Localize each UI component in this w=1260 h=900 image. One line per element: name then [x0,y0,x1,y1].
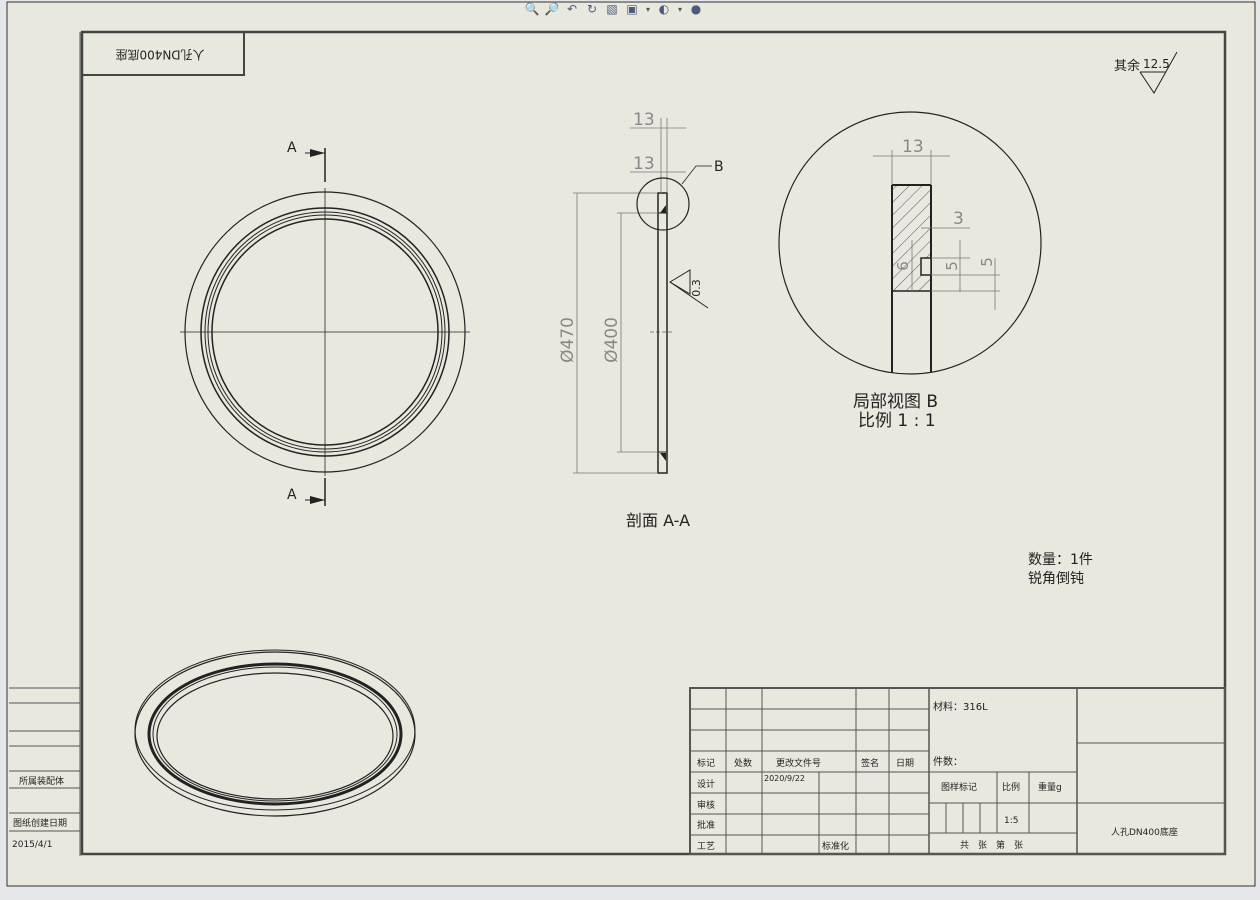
detail-marker-b: B [714,159,724,175]
top-title-text: 人孔DN400底座 [115,48,204,63]
tb-approve: 批准 [697,819,715,831]
tb-process: 工艺 [697,841,715,852]
detail-caption-2: 比例 1 : 1 [858,411,936,431]
dim-detail-6: 6 [894,261,912,271]
rotate-icon[interactable]: ↻ [584,1,600,17]
tb-zone: 处数 [734,757,752,769]
section-marker-top: A [287,140,297,156]
section-caption: 剖面 A-A [626,511,690,530]
tb-scale: 1:5 [1004,816,1018,826]
display-style-icon[interactable]: ▣ [624,1,640,17]
tb-sign: 签名 [861,757,879,769]
dim-dia-470: Ø470 [558,317,578,363]
tb-pattern-mark: 图样标记 [941,781,977,793]
tb-name: 人孔DN400底座 [1111,826,1178,838]
tb-count: 件数： [933,755,963,768]
tb-weight: 重量g [1038,781,1062,793]
hide-show-dropdown-icon[interactable]: ▾ [676,1,684,17]
creation-date-label: 图纸创建日期 [13,817,67,829]
dim-detail-5b: 5 [978,257,996,267]
view-toolbar: 🔍 🔎 ↶ ↻ ▧ ▣ ▾ ◐ ▾ ● [524,0,704,18]
tb-review: 审核 [697,799,715,811]
tb-standard: 标准化 [822,840,849,852]
roughness-label: 其余 [1114,58,1140,74]
tb-design-date: 2020/9/22 [764,774,805,783]
note-edge: 锐角倒钝 [1028,571,1084,587]
note-quantity: 数量：1件 [1028,552,1093,568]
dim-top-13b: 13 [633,154,655,174]
zoom-area-icon[interactable]: 🔎 [544,1,560,17]
dim-top-13a: 13 [633,110,655,130]
tb-scale-label: 比例 [1002,781,1020,793]
tb-mark: 标记 [697,757,715,769]
tb-sheets: 共 张 第 张 [960,839,1023,851]
dim-detail-13: 13 [902,137,924,157]
tb-material: 材料：316L [933,700,988,713]
assembly-label: 所属装配体 [19,775,64,787]
tb-doc: 更改文件号 [776,757,821,769]
detail-caption-1: 局部视图 B [853,392,938,412]
tb-date: 日期 [896,758,914,769]
dim-dia-400: Ø400 [602,317,622,363]
drawing-window: 人孔DN400底座 其余 12.5 A A 13 13 B Ø470 Ø400 … [0,0,1260,900]
tb-design: 设计 [697,778,715,790]
appearance-icon[interactable]: ● [688,1,704,17]
previous-view-icon[interactable]: ↶ [564,1,580,17]
dim-detail-5a: 5 [943,261,961,271]
section-view-icon[interactable]: ▧ [604,1,620,17]
zoom-to-fit-icon[interactable]: 🔍 [524,1,540,17]
section-marker-bottom: A [287,487,297,503]
roughness-value: 12.5 [1143,57,1170,71]
hide-show-icon[interactable]: ◐ [656,1,672,17]
drawing-sheet[interactable]: 人孔DN400底座 其余 12.5 A A 13 13 B Ø470 Ø400 … [0,0,1260,900]
dim-detail-3: 3 [953,209,964,229]
sheet-paper [6,1,1256,887]
creation-date: 2015/4/1 [12,840,52,850]
display-style-dropdown-icon[interactable]: ▾ [644,1,652,17]
dim-chamfer: 0.3 [690,279,703,297]
